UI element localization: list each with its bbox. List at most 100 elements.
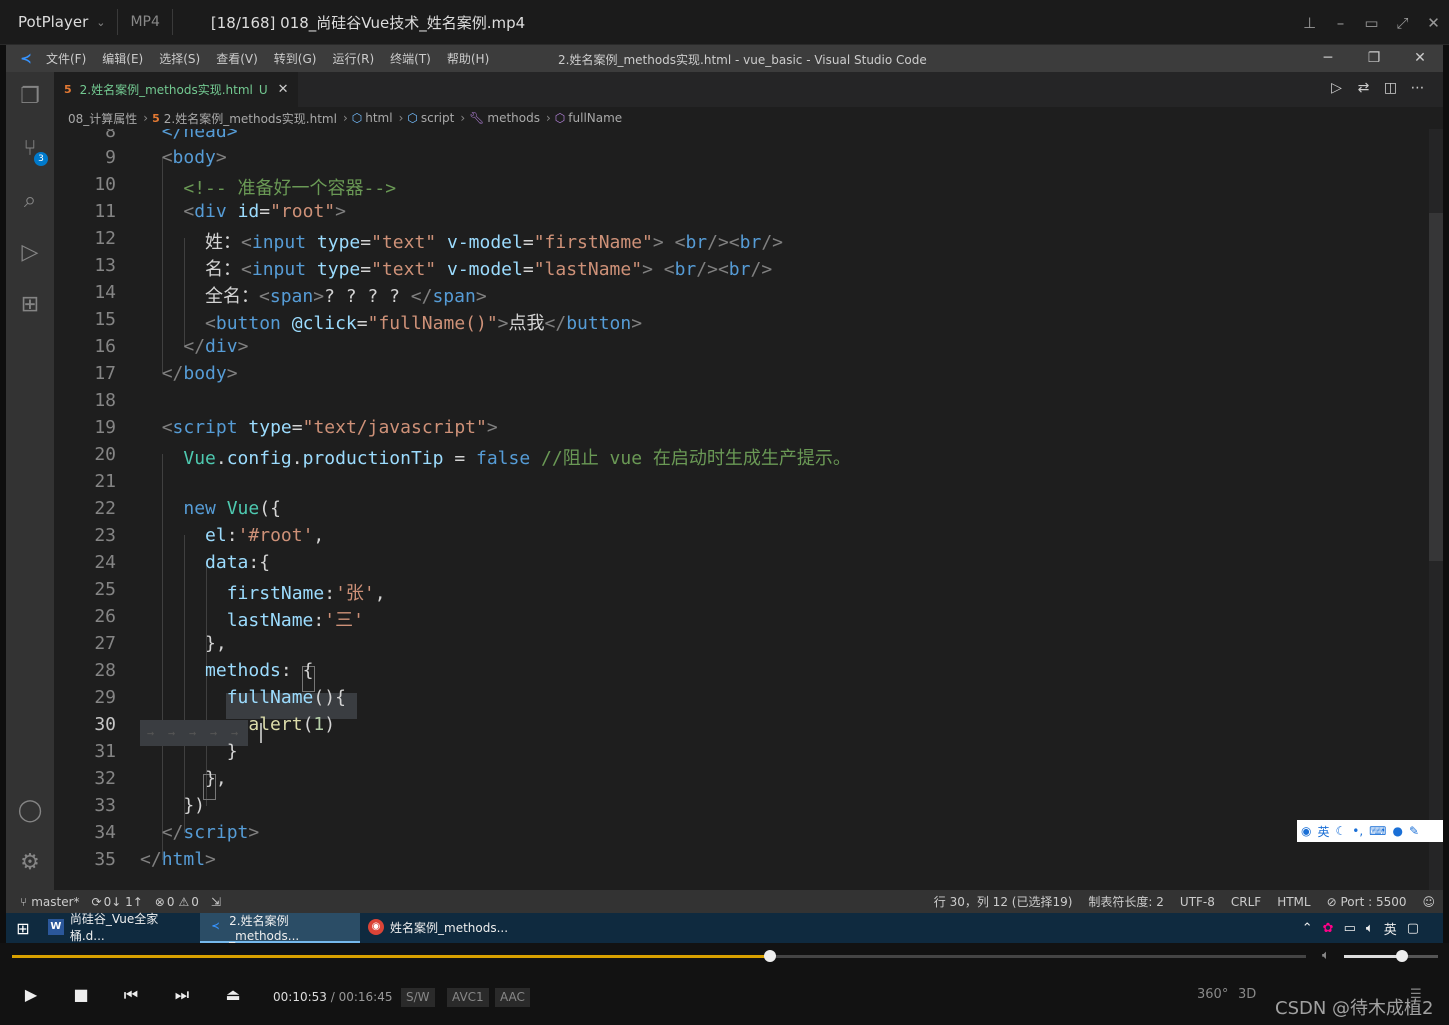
wrench-icon[interactable]: ✎ [1409,824,1419,838]
git-sync-status[interactable]: 0↓ 1↑ [104,895,143,909]
editor-actions: ▷ ⇄ ◫ ⋯ [1323,80,1431,96]
menu-help[interactable]: 帮助(H) [447,50,489,67]
tag-sw[interactable]: S/W [401,988,435,1007]
task-vscode[interactable]: ≺ 2.姓名案例_methods... [200,913,360,943]
scm-badge: 3 [34,152,48,166]
punctuation-icon[interactable]: •, [1352,824,1363,838]
breadcrumb-folder[interactable]: 08_计算属性 [68,110,137,127]
volume-icon[interactable]: 🔈︎ [1366,921,1374,936]
vscode-icon: ≺ [211,921,220,932]
source-control-icon[interactable]: ⑂ 3 [6,124,54,172]
player-app-name[interactable]: PotPlayer [0,13,88,31]
minimize-icon[interactable]: ─ [1305,45,1351,72]
tab-untracked-badge: U [258,82,268,97]
moon-icon[interactable]: ☾ [1336,824,1347,838]
stop-icon[interactable]: ■ [64,985,98,1009]
feedback-icon[interactable]: ☺ [1422,895,1435,909]
menu-terminal[interactable]: 终端(T) [390,50,431,67]
minimize-icon[interactable]: – [1325,14,1356,32]
player-seekbar: 🔈︎ [0,943,1449,971]
breadcrumb-methods[interactable]: methods [487,111,540,125]
element-icon: ⬡ [407,111,418,125]
tag-video-codec[interactable]: AVC1 [447,988,489,1007]
vscode-window: ≺ 文件(F) 编辑(E) 选择(S) 查看(V) 转到(G) 运行(R) 终端… [6,45,1443,913]
extensions-icon[interactable]: ⊞ [6,280,54,328]
live-share-icon[interactable]: ⇲ [211,895,221,909]
next-icon[interactable]: ⏭︎ [165,985,199,1009]
tag-audio-codec[interactable]: AAC [495,988,530,1007]
seek-track[interactable] [12,950,1306,962]
keyboard-icon[interactable]: ⌨ [1369,824,1386,838]
encoding[interactable]: UTF-8 [1180,895,1215,909]
editor-scrollbar[interactable] [1429,213,1443,561]
eject-icon[interactable]: ⏏︎ [216,985,250,1009]
windows-start-icon[interactable]: ⊞ [6,919,40,938]
close-tab-icon[interactable]: ✕ [278,82,289,97]
sync-icon[interactable]: ⟳ [92,895,102,909]
error-icon[interactable]: ⊗ [155,895,165,909]
tab-active-file[interactable]: 5 2.姓名案例_methods实现.html U ✕ [54,72,298,107]
run-debug-icon[interactable]: ▷ [6,228,54,276]
code-line-35: </html> [140,849,216,870]
line-number: 16 [94,336,116,357]
maximize-icon[interactable]: ▭ [1356,14,1387,32]
split-editor-icon[interactable]: ◫ [1377,80,1404,96]
language-mode[interactable]: HTML [1277,895,1310,909]
problems-count[interactable]: 0 [167,895,175,909]
status-right: 行 30，列 12 (已选择19) 制表符长度: 2 UTF-8 CRLF HT… [934,890,1435,913]
volume-slider[interactable] [1344,950,1438,962]
ime-toolbar[interactable]: ◉ 英 ☾ •, ⌨ ● ✎ [1297,820,1443,842]
code-line-24: data:{ [205,552,271,573]
menu-go[interactable]: 转到(G) [274,50,317,67]
more-actions-icon[interactable]: ⋯ [1404,80,1431,96]
warning-icon[interactable]: ⚠ [179,895,190,909]
play-icon[interactable]: ▶ [14,985,48,1009]
volume-handle[interactable] [1396,950,1409,962]
compare-changes-icon[interactable]: ⇄ [1350,80,1377,96]
breadcrumb-fullname[interactable]: fullName [568,111,622,125]
menu-run[interactable]: 运行(R) [332,50,374,67]
close-icon[interactable]: ✕ [1418,14,1449,32]
pin-icon[interactable]: ⊥ [1294,14,1325,32]
close-icon[interactable]: ✕ [1397,45,1443,72]
app-menu-chevron-icon[interactable]: ⌄ [96,16,105,29]
menu-edit[interactable]: 编辑(E) [102,50,143,67]
user-icon[interactable]: ● [1393,824,1403,838]
tray-chevron-up-icon[interactable]: ⌃ [1302,921,1313,936]
seek-handle[interactable] [764,950,777,962]
html5-file-icon: 5 [64,83,72,96]
code-line-28: methods: { [205,660,314,681]
warnings-count[interactable]: 0 [191,895,199,909]
menu-view[interactable]: 查看(V) [216,50,258,67]
speaker-icon[interactable]: 🔈︎ [1322,948,1330,963]
3d-button[interactable]: 3D [1238,987,1256,1002]
breadcrumb-html[interactable]: html [365,111,392,125]
activity-bar: ❐ ⑂ 3 ⌕ ▷ ⊞ ◯ ⚙ [6,72,54,890]
tab-size[interactable]: 制表符长度: 2 [1088,893,1164,910]
end-of-line[interactable]: CRLF [1231,895,1261,909]
task-chrome[interactable]: ◉ 姓名案例_methods... [360,913,520,943]
settings-gear-icon[interactable]: ⚙ [6,838,54,886]
search-icon[interactable]: ⌕ [6,176,54,224]
fullscreen-icon[interactable]: ⤢ [1387,14,1418,32]
breadcrumb-file[interactable]: 2.姓名案例_methods实现.html [164,110,337,127]
task-word[interactable]: W 尚硅谷_Vue全家桶.d... [40,912,200,943]
run-icon[interactable]: ▷ [1323,80,1350,96]
code-editor[interactable]: → → → → → 8 9 10 11 12 13 14 15 16 17 18 19 … [54,129,1443,890]
previous-icon[interactable]: ⏮︎ [114,985,148,1009]
accounts-icon[interactable]: ◯ [6,786,54,834]
vr360-button[interactable]: 360° [1197,987,1228,1002]
cursor-position[interactable]: 行 30，列 12 (已选择19) [934,893,1073,910]
breadcrumb-script[interactable]: script [421,111,454,125]
live-server-port[interactable]: ⊘ Port : 5500 [1327,895,1407,909]
tray-ime[interactable]: 英 [1384,919,1397,938]
restore-icon[interactable]: ❐ [1351,45,1397,72]
battery-icon[interactable]: ▭ [1344,921,1356,936]
menu-selection[interactable]: 选择(S) [159,50,200,67]
menu-file[interactable]: 文件(F) [46,50,86,67]
git-branch[interactable]: master* [31,895,79,909]
explorer-icon[interactable]: ❐ [6,72,54,120]
ime-mode[interactable]: 英 [1317,823,1329,840]
tray-app-icon[interactable]: ✿ [1323,921,1334,936]
notification-icon[interactable]: ▢ [1407,921,1419,936]
